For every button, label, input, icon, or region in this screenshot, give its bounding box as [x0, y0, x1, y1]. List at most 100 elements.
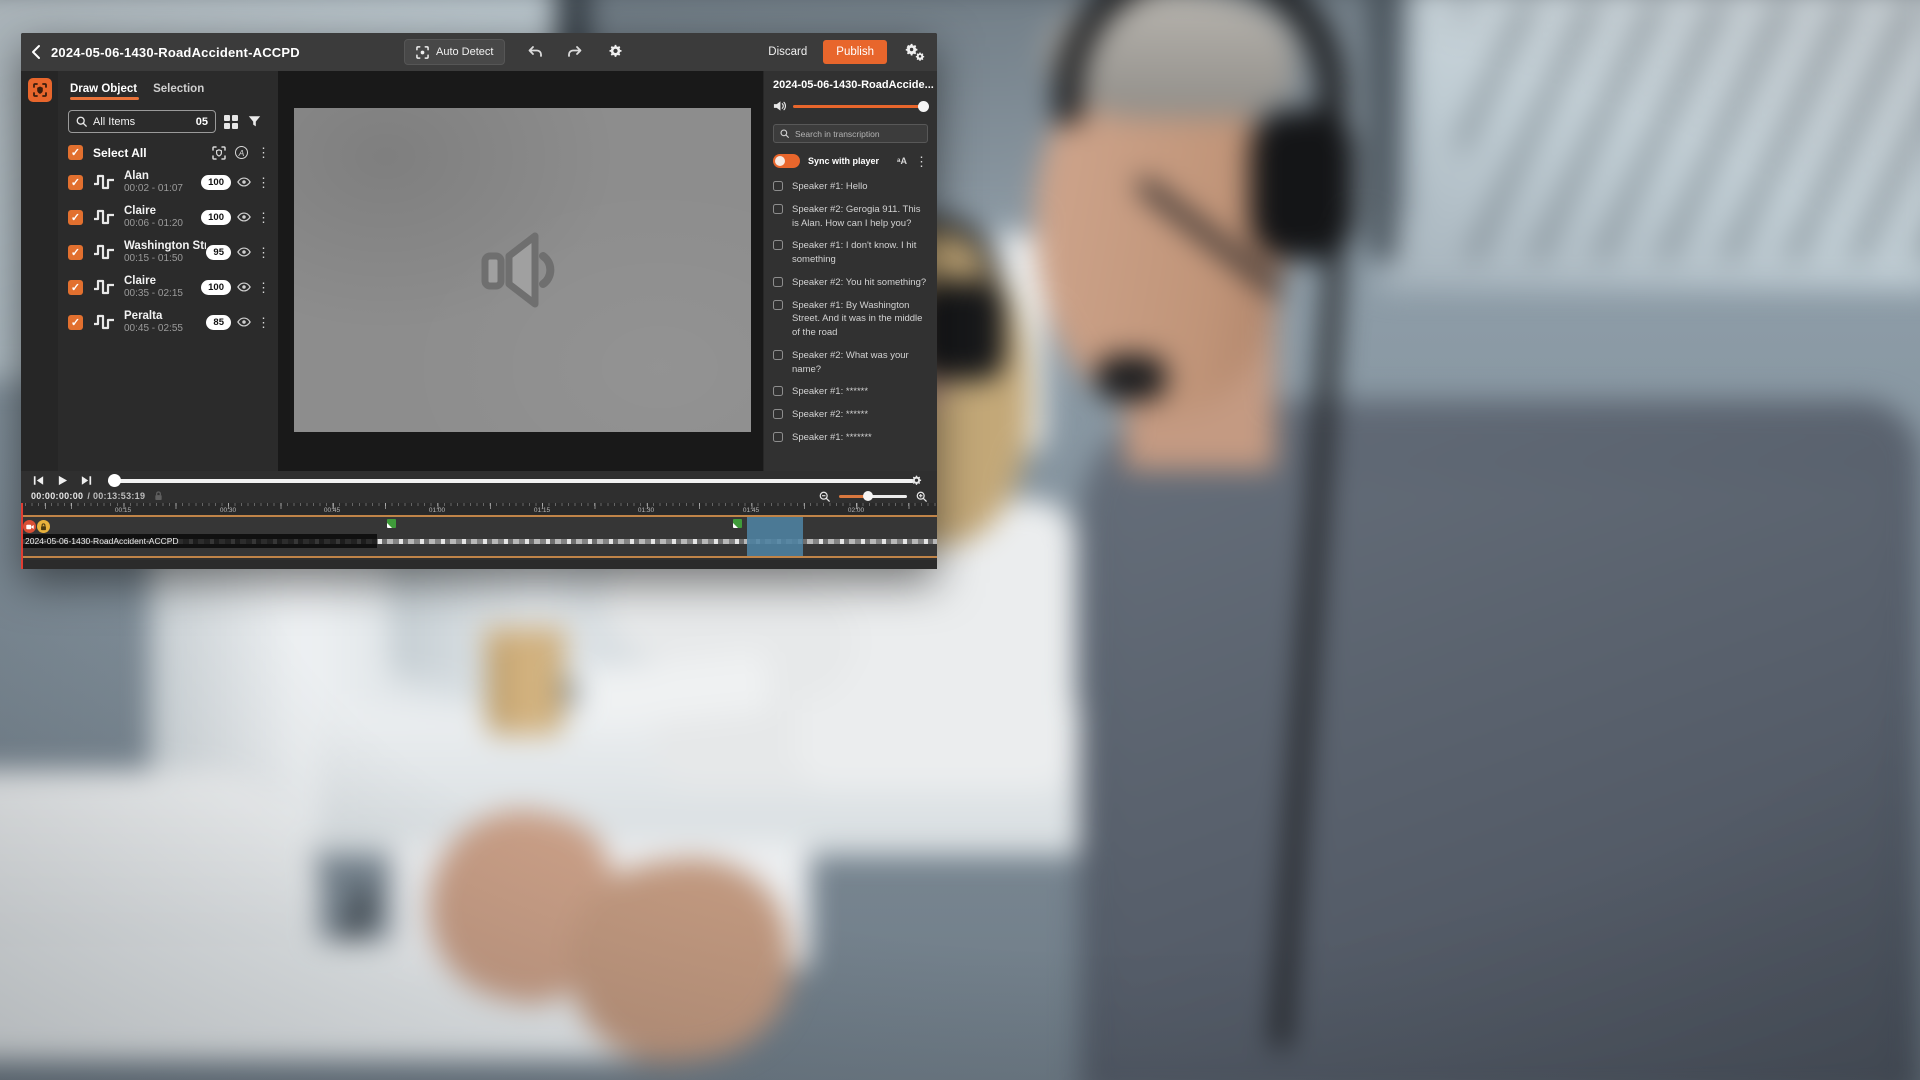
- video-frame[interactable]: [294, 108, 751, 432]
- confidence-badge: 85: [206, 315, 231, 330]
- row-checkbox[interactable]: ✓: [68, 245, 83, 260]
- timeline-marker-green[interactable]: [387, 519, 396, 528]
- annotation-app-window: 2024-05-06-1430-RoadAccident-ACCPD Auto …: [21, 33, 937, 569]
- eye-icon[interactable]: [237, 282, 251, 292]
- timeline-zoom-thumb[interactable]: [863, 491, 873, 501]
- transcript-line[interactable]: Speaker #1: *******: [773, 431, 928, 445]
- kebab-menu-icon[interactable]: ⋮: [257, 176, 270, 189]
- confidence-badge: 100: [201, 210, 231, 225]
- current-timecode: 00:00:00:00: [31, 491, 83, 501]
- auto-detect-button[interactable]: Auto Detect: [404, 39, 505, 65]
- timeline-marker-green[interactable]: [733, 519, 742, 528]
- transcript-line[interactable]: Speaker #2: ******: [773, 408, 928, 422]
- kebab-menu-icon[interactable]: ⋮: [257, 281, 270, 294]
- top-bar: 2024-05-06-1430-RoadAccident-ACCPD Auto …: [21, 33, 937, 71]
- transcription-search-box[interactable]: [773, 124, 928, 143]
- speaker-volume-icon[interactable]: [773, 100, 786, 112]
- waveform-icon: [92, 311, 116, 333]
- search-icon: [76, 116, 87, 127]
- zoom-out-icon[interactable]: [817, 489, 832, 504]
- eye-icon[interactable]: [237, 317, 251, 327]
- search-icon: [780, 129, 789, 138]
- settings-gear-icon[interactable]: [605, 42, 626, 63]
- play-icon[interactable]: [55, 473, 70, 488]
- kebab-menu-icon[interactable]: ⋮: [915, 155, 928, 168]
- track-label: 2024-05-06-1430-RoadAccident-ACCPD: [21, 534, 377, 548]
- total-duration: / 00:13:53:19: [87, 491, 145, 501]
- row-checkbox[interactable]: ✓: [68, 175, 83, 190]
- confidence-badge: 100: [201, 280, 231, 295]
- object-row-claire-1[interactable]: ✓ Claire 00:06 - 01:20 100 ⋮: [68, 205, 270, 229]
- audio-track[interactable]: 2024-05-06-1430-RoadAccident-ACCPD: [21, 515, 937, 558]
- object-row-alan[interactable]: ✓ Alan 00:02 - 01:07 100 ⋮: [68, 170, 270, 194]
- eye-icon[interactable]: [237, 212, 251, 222]
- lock-badge-icon: [37, 520, 50, 533]
- sync-with-player-toggle[interactable]: [773, 154, 800, 168]
- publish-button[interactable]: Publish: [823, 40, 887, 64]
- timeline-ruler[interactable]: 00:15 00:30 00:45 01:00 01:15 01:30 01:4…: [21, 503, 937, 515]
- discard-button[interactable]: Discard: [768, 46, 807, 58]
- filter-icon[interactable]: [246, 113, 263, 130]
- kebab-menu-icon[interactable]: ⋮: [257, 146, 270, 159]
- transcript-line[interactable]: Speaker #1: I don't know. I hit somethin…: [773, 239, 928, 267]
- panel-tabs: Draw Object Selection: [70, 83, 270, 100]
- playback-progress-slider[interactable]: [108, 471, 914, 489]
- transcript-checkbox[interactable]: [773, 300, 783, 310]
- transcript-checkbox[interactable]: [773, 240, 783, 250]
- waveform-icon: [92, 171, 116, 193]
- object-row-claire-2[interactable]: ✓ Claire 00:35 - 02:15 100 ⋮: [68, 275, 270, 299]
- back-button[interactable]: [21, 33, 51, 71]
- row-checkbox[interactable]: ✓: [68, 210, 83, 225]
- zoom-in-icon[interactable]: [914, 489, 929, 504]
- transcript-checkbox[interactable]: [773, 277, 783, 287]
- tab-draw-object[interactable]: Draw Object: [70, 83, 137, 100]
- volume-slider-thumb[interactable]: [918, 101, 929, 112]
- timeline-selection-region[interactable]: [747, 517, 803, 556]
- transcript-line[interactable]: Speaker #2: You hit something?: [773, 276, 928, 290]
- items-filter-box[interactable]: All Items 05: [68, 110, 216, 133]
- row-checkbox[interactable]: ✓: [68, 315, 83, 330]
- advanced-settings-gears-icon[interactable]: [903, 41, 927, 63]
- transcript-line[interactable]: Speaker #1: ******: [773, 385, 928, 399]
- waveform-icon: [92, 276, 116, 298]
- timeline-settings-gear-icon[interactable]: [908, 473, 925, 490]
- step-forward-icon[interactable]: [79, 473, 94, 488]
- transcription-title: 2024-05-06-1430-RoadAccide...: [773, 79, 928, 91]
- transcript-line[interactable]: Speaker #1: By Washington Street. And it…: [773, 299, 928, 340]
- kebab-menu-icon[interactable]: ⋮: [257, 211, 270, 224]
- playhead[interactable]: [21, 503, 23, 569]
- object-row-peralta[interactable]: ✓ Peralta 00:45 - 02:55 85 ⋮: [68, 310, 270, 334]
- transcript-line[interactable]: Speaker #2: Gerogia 911. This is Alan. H…: [773, 203, 928, 231]
- row-checkbox[interactable]: ✓: [68, 280, 83, 295]
- media-viewer: [278, 71, 763, 471]
- tab-selection[interactable]: Selection: [153, 83, 204, 100]
- eye-icon[interactable]: [237, 177, 251, 187]
- redo-icon[interactable]: [565, 43, 585, 61]
- video-badge-icon: [23, 520, 36, 533]
- translate-icon[interactable]: ᵃA: [897, 156, 907, 166]
- scan-icon[interactable]: [212, 146, 226, 160]
- playback-progress-thumb[interactable]: [108, 474, 121, 487]
- transcript-checkbox[interactable]: [773, 350, 783, 360]
- eye-icon[interactable]: [237, 247, 251, 257]
- step-back-icon[interactable]: [31, 473, 46, 488]
- volume-slider[interactable]: [793, 105, 928, 108]
- timeline-zoom-slider[interactable]: [839, 495, 907, 498]
- undo-icon[interactable]: [525, 43, 545, 61]
- transcript-checkbox[interactable]: [773, 386, 783, 396]
- draw-object-tool-button[interactable]: [28, 78, 52, 102]
- object-row-washington-street[interactable]: ✓ Washington Street 00:15 - 01:50 95 ⋮: [68, 240, 270, 264]
- auto-label-icon[interactable]: A: [235, 146, 248, 159]
- transcript-line[interactable]: Speaker #1: Hello: [773, 180, 928, 194]
- transcript-checkbox[interactable]: [773, 432, 783, 442]
- scan-icon: [416, 46, 429, 59]
- transcript-line[interactable]: Speaker #2: What was your name?: [773, 349, 928, 377]
- transcript-checkbox[interactable]: [773, 409, 783, 419]
- transcript-checkbox[interactable]: [773, 204, 783, 214]
- transcript-checkbox[interactable]: [773, 181, 783, 191]
- grid-view-icon[interactable]: [224, 115, 238, 129]
- kebab-menu-icon[interactable]: ⋮: [257, 246, 270, 259]
- kebab-menu-icon[interactable]: ⋮: [257, 316, 270, 329]
- select-all-checkbox[interactable]: ✓: [68, 145, 83, 160]
- transcription-search-input[interactable]: [795, 129, 921, 139]
